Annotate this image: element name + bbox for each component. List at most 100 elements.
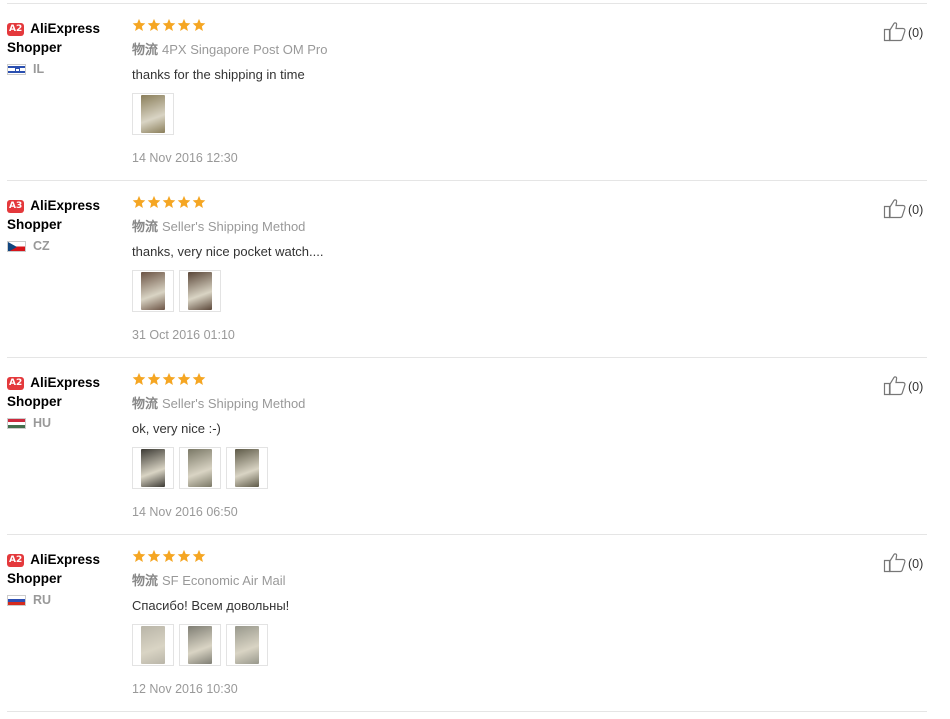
helpful-button[interactable]: (0) <box>883 551 923 577</box>
review-content: 物流 SF Economic Air Mail Спасибо! Всем дов… <box>132 549 772 696</box>
review-date: 12 Nov 2016 10:30 <box>132 682 238 696</box>
review-photo-thumbnail[interactable] <box>132 624 174 666</box>
review-photos <box>132 93 772 135</box>
country-flag-icon <box>7 594 26 606</box>
star-icon <box>147 372 161 385</box>
star-rating <box>132 18 772 34</box>
shipping-method: 物流 SF Economic Air Mail <box>132 570 772 589</box>
star-icon <box>132 372 146 385</box>
review-photo-thumbnail[interactable] <box>132 447 174 489</box>
buyer-level-badge: A3 <box>7 200 25 213</box>
review-divider <box>7 711 927 712</box>
review-photo <box>141 95 165 133</box>
review-photo <box>235 626 259 664</box>
country-code: HU <box>33 416 52 430</box>
reviewer-info: A2 AliExpress Shopper IL <box>7 19 117 76</box>
review-photo <box>141 449 165 487</box>
review-text: thanks for the shipping in time <box>132 67 305 82</box>
reviewer-name: A2 AliExpress Shopper <box>7 550 117 588</box>
country-flag-icon <box>7 240 26 252</box>
thumbs-up-icon[interactable] <box>883 20 907 46</box>
star-icon <box>162 18 176 31</box>
star-icon <box>132 549 146 562</box>
star-rating <box>132 549 772 565</box>
star-icon <box>192 195 206 208</box>
star-icon <box>192 18 206 31</box>
review-photo-thumbnail[interactable] <box>132 93 174 135</box>
star-icon <box>177 549 191 562</box>
buyer-level-badge: A2 <box>7 23 25 36</box>
reviewer-name: A3 AliExpress Shopper <box>7 196 117 234</box>
star-icon <box>147 195 161 208</box>
reviewer-country: IL <box>7 62 117 76</box>
review-text: thanks, very nice pocket watch.... <box>132 244 324 259</box>
reviewer-name: A2 AliExpress Shopper <box>7 373 117 411</box>
shipping-method: 物流 Seller's Shipping Method <box>132 216 772 235</box>
star-icon <box>177 195 191 208</box>
review-date: 14 Nov 2016 12:30 <box>132 151 238 165</box>
reviewer-country: CZ <box>7 239 117 253</box>
shipping-label: 物流 <box>132 42 159 57</box>
helpful-count: (0) <box>908 380 924 394</box>
review-date: 31 Oct 2016 01:10 <box>132 328 235 342</box>
reviewer-country: RU <box>7 593 117 607</box>
shipping-label: 物流 <box>132 396 159 411</box>
reviewer-info: A3 AliExpress Shopper CZ <box>7 196 117 253</box>
star-icon <box>147 18 161 31</box>
shipping-method-name: Seller's Shipping Method <box>162 396 306 411</box>
country-flag-icon <box>7 63 26 75</box>
review-photo <box>141 272 165 310</box>
helpful-count: (0) <box>908 557 924 571</box>
review-photo <box>235 449 259 487</box>
shipping-label: 物流 <box>132 219 159 234</box>
review-photo <box>188 449 212 487</box>
helpful-count: (0) <box>908 203 924 217</box>
review-photo-thumbnail[interactable] <box>179 624 221 666</box>
star-icon <box>192 549 206 562</box>
country-flag-icon <box>7 417 26 429</box>
shipping-method: 物流 Seller's Shipping Method <box>132 393 772 412</box>
thumbs-up-icon[interactable] <box>883 551 907 577</box>
review-photo-thumbnail[interactable] <box>226 447 268 489</box>
review-photo <box>141 626 165 664</box>
star-icon <box>132 18 146 31</box>
review-content: 物流 Seller's Shipping Method thanks, very … <box>132 195 772 342</box>
star-icon <box>177 18 191 31</box>
star-icon <box>162 372 176 385</box>
reviewer-country: HU <box>7 416 117 430</box>
review-item: A2 AliExpress Shopper RU 物流 SF Economic Ai… <box>0 535 950 712</box>
buyer-level-badge: A2 <box>7 377 25 390</box>
review-photo-thumbnail[interactable] <box>179 447 221 489</box>
review-photos <box>132 624 772 666</box>
star-icon <box>132 195 146 208</box>
star-rating <box>132 372 772 388</box>
review-item: A3 AliExpress Shopper CZ 物流 Seller's Shipp… <box>0 181 950 358</box>
shipping-label: 物流 <box>132 573 159 588</box>
review-photo <box>188 626 212 664</box>
review-photo-thumbnail[interactable] <box>226 624 268 666</box>
shipping-method-name: 4PX Singapore Post OM Pro <box>162 42 328 57</box>
review-text: Спасибо! Всем довольны! <box>132 598 290 613</box>
star-rating <box>132 195 772 211</box>
thumbs-up-icon[interactable] <box>883 374 907 400</box>
review-content: 物流 Seller's Shipping Method ok, very nice… <box>132 372 772 519</box>
shipping-method: 物流 4PX Singapore Post OM Pro <box>132 39 772 58</box>
review-photos <box>132 270 772 312</box>
star-icon <box>177 372 191 385</box>
review-photos <box>132 447 772 489</box>
helpful-button[interactable]: (0) <box>883 20 923 46</box>
review-photo-thumbnail[interactable] <box>179 270 221 312</box>
review-photo <box>188 272 212 310</box>
thumbs-up-icon[interactable] <box>883 197 907 223</box>
review-item: A2 AliExpress Shopper IL 物流 4PX Singapore … <box>0 4 950 181</box>
reviewer-name: A2 AliExpress Shopper <box>7 19 117 57</box>
helpful-button[interactable]: (0) <box>883 197 923 223</box>
star-icon <box>162 549 176 562</box>
country-code: CZ <box>33 239 50 253</box>
review-content: 物流 4PX Singapore Post OM Pro thanks for t… <box>132 18 772 165</box>
helpful-button[interactable]: (0) <box>883 374 923 400</box>
review-photo-thumbnail[interactable] <box>132 270 174 312</box>
helpful-count: (0) <box>908 26 924 40</box>
review-text: ok, very nice :-) <box>132 421 221 436</box>
buyer-level-badge: A2 <box>7 554 25 567</box>
